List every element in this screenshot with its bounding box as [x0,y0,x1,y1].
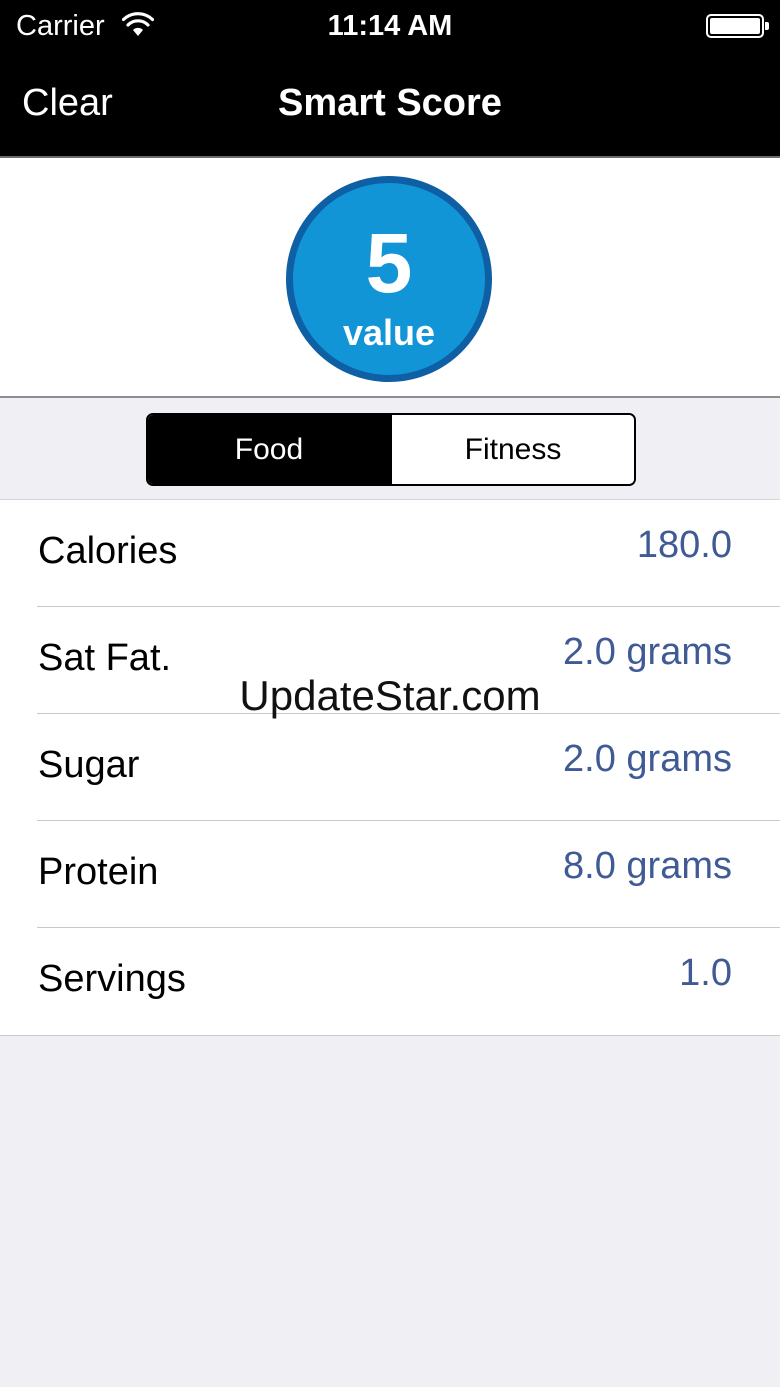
segment-food[interactable]: Food [148,415,390,484]
row-label: Protein [38,851,159,893]
row-label: Calories [38,530,178,572]
smart-score-label: value [342,312,436,353]
row-value[interactable]: 8.0 grams [563,845,732,888]
top-bar: Carrier 11:14 AM Clear Smart Score [0,0,780,158]
sugar-row[interactable]: Sugar 2.0 grams [0,714,780,821]
row-value[interactable]: 2.0 grams [563,631,732,674]
battery-icon [706,14,769,38]
row-value[interactable]: 180.0 [637,524,732,567]
smart-score-value: 5 [365,216,413,310]
score-header: 5 value [0,158,780,398]
sat-fat-row[interactable]: Sat Fat. 2.0 grams [0,607,780,714]
segment-fitness[interactable]: Fitness [390,415,634,484]
row-value[interactable]: 1.0 [679,952,732,995]
smart-score-badge: 5 value [286,176,492,382]
navigation-bar: Clear Smart Score [0,54,780,158]
food-fitness-segmented-control: Food Fitness [146,413,636,486]
row-label: Sugar [38,744,140,786]
app-screen: Carrier 11:14 AM Clear Smart Score 5 val… [0,0,780,1387]
status-bar: Carrier 11:14 AM [0,0,780,54]
row-label: Servings [38,958,186,1000]
clear-button[interactable]: Clear [22,82,113,125]
calories-row[interactable]: Calories 180.0 [0,500,780,607]
row-value[interactable]: 2.0 grams [563,738,732,781]
segment-bar: Food Fitness [0,400,780,500]
status-time: 11:14 AM [327,10,453,42]
protein-row[interactable]: Protein 8.0 grams [0,821,780,928]
row-label: Sat Fat. [38,637,172,679]
servings-row[interactable]: Servings 1.0 [0,928,780,1035]
nutrition-table: Calories 180.0 Sat Fat. 2.0 grams Sugar … [0,500,780,1036]
page-title: Smart Score [278,82,502,124]
